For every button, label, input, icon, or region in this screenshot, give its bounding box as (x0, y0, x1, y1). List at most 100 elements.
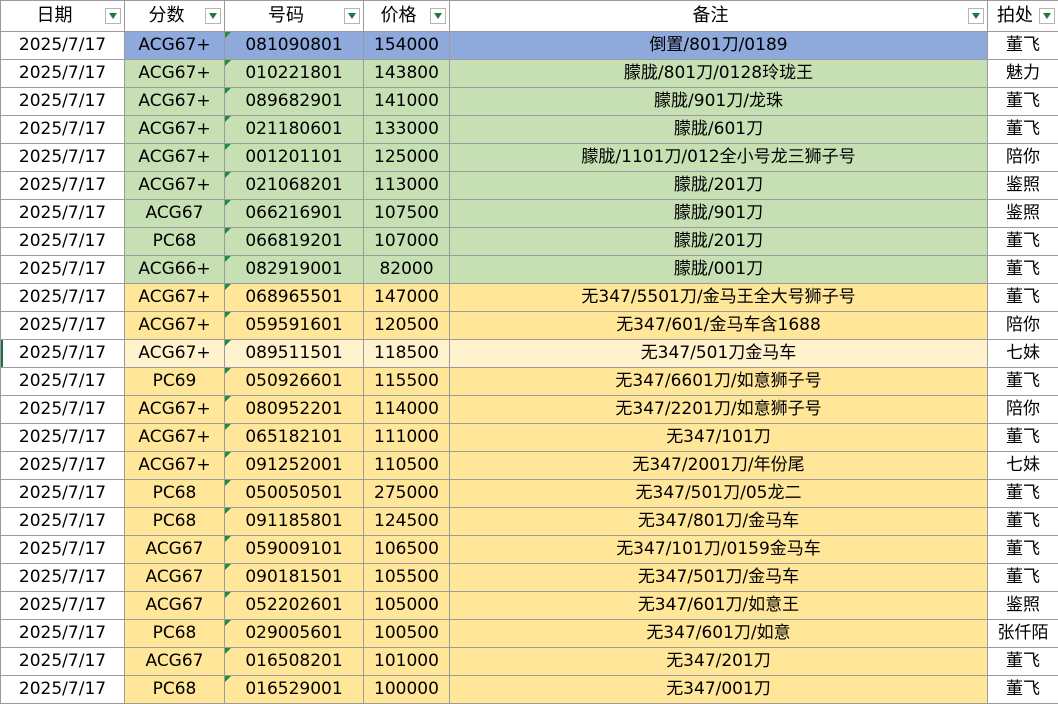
cell-note[interactable]: 无347/601刀/如意王 (449, 591, 988, 620)
cell-score[interactable]: PC68 (124, 227, 225, 256)
cell-price[interactable]: 124500 (363, 507, 450, 536)
cell-date[interactable]: 2025/7/17 (0, 115, 125, 144)
cell-note[interactable]: 无347/501刀/金马车 (449, 563, 988, 592)
cell-date[interactable]: 2025/7/17 (0, 87, 125, 116)
cell-number[interactable]: 089682901 (224, 87, 364, 116)
cell-score[interactable]: ACG67 (124, 199, 225, 228)
cell-number[interactable]: 029005601 (224, 619, 364, 648)
cell-price[interactable]: 100500 (363, 619, 450, 648)
cell-location[interactable]: 董飞 (987, 115, 1058, 144)
cell-price[interactable]: 143800 (363, 59, 450, 88)
cell-location[interactable]: 董飞 (987, 423, 1058, 452)
filter-dropdown-icon[interactable] (205, 8, 221, 24)
cell-location[interactable]: 陪你 (987, 143, 1058, 172)
cell-date[interactable]: 2025/7/17 (0, 675, 125, 704)
cell-note[interactable]: 朦胧/601刀 (449, 115, 988, 144)
cell-location[interactable]: 鉴照 (987, 591, 1058, 620)
cell-date[interactable]: 2025/7/17 (0, 283, 125, 312)
cell-note[interactable]: 朦胧/201刀 (449, 171, 988, 200)
cell-number[interactable]: 066216901 (224, 199, 364, 228)
cell-number[interactable]: 059009101 (224, 535, 364, 564)
cell-note[interactable]: 无347/101刀/0159金马车 (449, 535, 988, 564)
cell-price[interactable]: 101000 (363, 647, 450, 676)
cell-date[interactable]: 2025/7/17 (0, 143, 125, 172)
cell-date[interactable]: 2025/7/17 (0, 59, 125, 88)
cell-score[interactable]: PC69 (124, 367, 225, 396)
cell-date[interactable]: 2025/7/17 (0, 311, 125, 340)
cell-date[interactable]: 2025/7/17 (0, 507, 125, 536)
cell-date[interactable]: 2025/7/17 (0, 367, 125, 396)
cell-note[interactable]: 无347/501刀金马车 (449, 339, 988, 368)
cell-number[interactable]: 052202601 (224, 591, 364, 620)
cell-location[interactable]: 董飞 (987, 675, 1058, 704)
cell-number[interactable]: 066819201 (224, 227, 364, 256)
cell-price[interactable]: 147000 (363, 283, 450, 312)
cell-score[interactable]: PC68 (124, 675, 225, 704)
header-date[interactable]: 日期 (0, 0, 125, 32)
cell-score[interactable]: PC68 (124, 479, 225, 508)
cell-score[interactable]: ACG67+ (124, 395, 225, 424)
cell-location[interactable]: 董飞 (987, 507, 1058, 536)
cell-location[interactable]: 陪你 (987, 311, 1058, 340)
cell-location[interactable]: 董飞 (987, 563, 1058, 592)
cell-score[interactable]: ACG67+ (124, 339, 225, 368)
cell-score[interactable]: ACG67 (124, 535, 225, 564)
cell-note[interactable]: 朦胧/1101刀/012全小号龙三狮子号 (449, 143, 988, 172)
cell-score[interactable]: ACG67+ (124, 87, 225, 116)
cell-note[interactable]: 无347/101刀 (449, 423, 988, 452)
cell-score[interactable]: ACG67+ (124, 311, 225, 340)
cell-score[interactable]: PC68 (124, 619, 225, 648)
cell-note[interactable]: 无347/601/金马车含1688 (449, 311, 988, 340)
cell-score[interactable]: ACG67+ (124, 451, 225, 480)
cell-price[interactable]: 275000 (363, 479, 450, 508)
cell-note[interactable]: 朦胧/901刀 (449, 199, 988, 228)
cell-date[interactable]: 2025/7/17 (0, 255, 125, 284)
cell-price[interactable]: 105000 (363, 591, 450, 620)
header-price[interactable]: 价格 (363, 0, 450, 32)
cell-score[interactable]: ACG67 (124, 563, 225, 592)
cell-score[interactable]: PC68 (124, 507, 225, 536)
cell-date[interactable]: 2025/7/17 (0, 171, 125, 200)
cell-note[interactable]: 朦胧/801刀/0128玲珑王 (449, 59, 988, 88)
cell-price[interactable]: 141000 (363, 87, 450, 116)
cell-date[interactable]: 2025/7/17 (0, 535, 125, 564)
cell-number[interactable]: 065182101 (224, 423, 364, 452)
cell-price[interactable]: 120500 (363, 311, 450, 340)
filter-dropdown-icon[interactable] (105, 8, 121, 24)
cell-date[interactable]: 2025/7/17 (0, 339, 125, 368)
cell-score[interactable]: ACG67+ (124, 171, 225, 200)
cell-location[interactable]: 鉴照 (987, 199, 1058, 228)
filter-dropdown-icon[interactable] (968, 8, 984, 24)
cell-number[interactable]: 016529001 (224, 675, 364, 704)
cell-location[interactable]: 董飞 (987, 647, 1058, 676)
cell-number[interactable]: 089511501 (224, 339, 364, 368)
cell-date[interactable]: 2025/7/17 (0, 199, 125, 228)
cell-number[interactable]: 068965501 (224, 283, 364, 312)
header-note[interactable]: 备注 (449, 0, 988, 32)
cell-date[interactable]: 2025/7/17 (0, 227, 125, 256)
cell-date[interactable]: 2025/7/17 (0, 479, 125, 508)
cell-number[interactable]: 010221801 (224, 59, 364, 88)
cell-location[interactable]: 董飞 (987, 367, 1058, 396)
cell-number[interactable]: 021180601 (224, 115, 364, 144)
cell-number[interactable]: 059591601 (224, 311, 364, 340)
cell-location[interactable]: 张仟陌 (987, 619, 1058, 648)
cell-number[interactable]: 050050501 (224, 479, 364, 508)
cell-number[interactable]: 091185801 (224, 507, 364, 536)
cell-note[interactable]: 无347/601刀/如意 (449, 619, 988, 648)
cell-price[interactable]: 114000 (363, 395, 450, 424)
cell-date[interactable]: 2025/7/17 (0, 563, 125, 592)
cell-note[interactable]: 无347/801刀/金马车 (449, 507, 988, 536)
cell-score[interactable]: ACG67 (124, 591, 225, 620)
cell-date[interactable]: 2025/7/17 (0, 647, 125, 676)
cell-number[interactable]: 021068201 (224, 171, 364, 200)
cell-location[interactable]: 董飞 (987, 255, 1058, 284)
cell-price[interactable]: 100000 (363, 675, 450, 704)
header-location[interactable]: 拍处 (987, 0, 1058, 32)
cell-date[interactable]: 2025/7/17 (0, 395, 125, 424)
cell-number[interactable]: 091252001 (224, 451, 364, 480)
cell-score[interactable]: ACG67 (124, 647, 225, 676)
cell-price[interactable]: 107000 (363, 227, 450, 256)
cell-location[interactable]: 七妹 (987, 451, 1058, 480)
filter-dropdown-icon[interactable] (430, 8, 446, 24)
